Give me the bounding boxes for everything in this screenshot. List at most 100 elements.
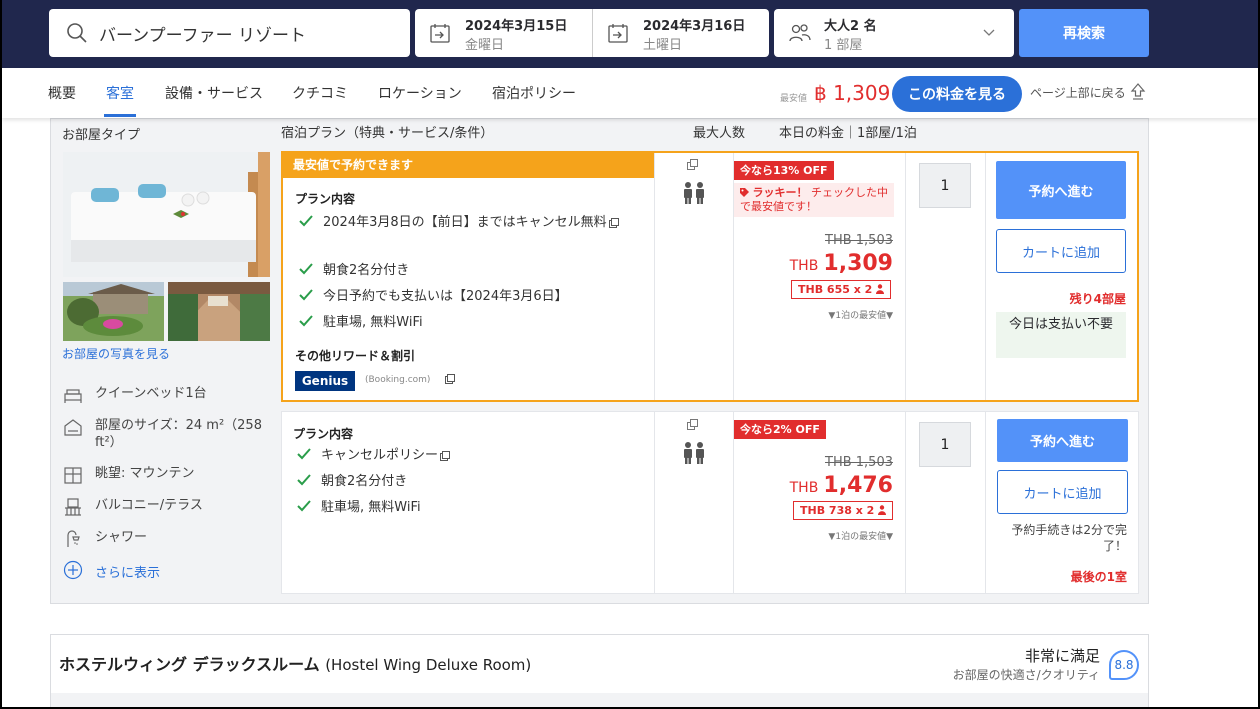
plan-item-label: 今日予約でも支払いは【2024年3月6日】 xyxy=(323,289,568,304)
tab-facilities[interactable]: 設備・サービス xyxy=(165,83,263,103)
shower-icon xyxy=(67,530,80,547)
active-tab-indicator xyxy=(104,114,136,117)
feature-label: 部屋のサイズ：24 m²（258 ft²） xyxy=(95,418,262,450)
price-currency: THB xyxy=(789,480,819,496)
room-title[interactable]: ホステルウィング デラックスルーム (Hostel Wing Deluxe Ro… xyxy=(59,651,531,675)
review-score-badge: 8.8 xyxy=(1109,650,1139,680)
lowest-price: ฿ 1,309 xyxy=(814,81,891,105)
feature-label: シャワー xyxy=(95,530,148,545)
price-amount: 1,476 xyxy=(823,473,893,498)
external-link-icon[interactable] xyxy=(687,419,698,430)
checkin-date: 2024年3月15日 xyxy=(465,19,568,34)
person-icon xyxy=(878,505,887,515)
divider xyxy=(985,412,986,593)
room-quantity-select[interactable]: 1 xyxy=(919,163,971,208)
checkout-day: 土曜日 xyxy=(643,38,683,53)
nightly-note: ▼1泊の最安値▼ xyxy=(828,311,893,321)
plan-item-label: 朝食2名分付き xyxy=(321,474,408,489)
guests-field[interactable]: 大人2 名 1 部屋 xyxy=(774,9,1014,57)
check-icon xyxy=(299,289,313,301)
plan-title: プラン内容 xyxy=(293,427,354,441)
room-title-ja: ホステルウィング デラックスルーム xyxy=(59,655,320,674)
search-bar: バーンプーファー リゾート 2024年3月15日 金曜日 2024年3月16日 … xyxy=(2,0,1258,68)
no-payment-today-badge: 今日は支払い不要 xyxy=(996,312,1126,358)
room-photo-terrace[interactable] xyxy=(168,282,270,341)
check-icon xyxy=(297,448,311,460)
room-title-en: (Hostel Wing Deluxe Room) xyxy=(325,656,532,674)
check-icon xyxy=(299,263,313,275)
divider xyxy=(905,412,906,593)
balcony-icon xyxy=(65,498,81,516)
last-room-notice: 最後の1室 xyxy=(1070,570,1127,584)
feature-label: バルコニー/テラス xyxy=(95,498,203,513)
plan-item-label: 朝食2名分付き xyxy=(323,263,410,278)
tab-location[interactable]: ロケーション xyxy=(378,83,462,103)
plan-item-label: 駐車場, 無料WiFi xyxy=(321,500,421,515)
tab-rooms[interactable]: 客室 xyxy=(106,83,134,103)
best-price-ribbon: 最安値で予約できます xyxy=(283,153,654,178)
room-type-title: お部屋タイプ xyxy=(62,128,141,143)
header-max-guests: 最大人数 xyxy=(693,126,746,141)
checkin-day: 金曜日 xyxy=(465,38,505,53)
section-nav: 概要 客室 設備・サービス クチコミ ロケーション 宿泊ポリシー 最安値 ฿ 1… xyxy=(2,68,1258,118)
see-rate-button[interactable]: この料金を見る xyxy=(892,76,1022,112)
external-link-icon[interactable] xyxy=(440,450,451,461)
book-button[interactable]: 予約へ進む xyxy=(997,419,1128,462)
room-photo-garden[interactable] xyxy=(63,282,164,341)
check-icon xyxy=(297,500,311,512)
two-guests-icon xyxy=(684,442,704,464)
feature-label: クイーンベッド1台 xyxy=(95,386,207,401)
next-room-card: ホステルウィング デラックスルーム (Hostel Wing Deluxe Ro… xyxy=(50,634,1149,707)
plan-item-label: 駐車場, 無料WiFi xyxy=(323,315,423,330)
per-person-label: THB 655 x 2 xyxy=(798,283,873,296)
plan-item-label: 2024年3月8日の【前日】まではキャンセル無料 xyxy=(323,215,607,230)
lucky-title: ラッキー！ xyxy=(752,186,808,199)
room-photos-link[interactable]: お部屋の写真を見る xyxy=(62,345,170,362)
rooms-count: 1 部屋 xyxy=(824,38,863,53)
per-person-price: THB 655 x 2 xyxy=(791,280,892,299)
external-link-icon[interactable] xyxy=(608,217,619,228)
plus-circle-icon xyxy=(63,560,83,580)
per-person-price: THB 738 x 2 xyxy=(793,501,894,520)
price-currency: THB xyxy=(789,258,819,274)
divider xyxy=(654,153,655,400)
room-info: お部屋タイプ お部屋の写真を見る クイーンベッド1台 部屋のサイズ：24 m²（… xyxy=(51,119,279,603)
checkout-field[interactable]: 2024年3月16日 土曜日 xyxy=(592,9,769,57)
guests-icon xyxy=(789,24,811,42)
room-quantity-select[interactable]: 1 xyxy=(919,422,971,467)
add-to-cart-button[interactable]: カートに追加 xyxy=(997,470,1128,514)
add-to-cart-button[interactable]: カートに追加 xyxy=(996,229,1126,273)
check-icon xyxy=(299,215,313,227)
two-guests-icon xyxy=(684,182,704,204)
tab-reviews[interactable]: クチコミ xyxy=(292,83,348,103)
external-link-icon[interactable] xyxy=(687,159,698,170)
book-button[interactable]: 予約へ進む xyxy=(996,161,1126,219)
checkin-field[interactable]: 2024年3月15日 金曜日 xyxy=(415,9,592,57)
divider xyxy=(985,153,986,400)
page: バーンプーファー リゾート 2024年3月15日 金曜日 2024年3月16日 … xyxy=(2,0,1258,707)
divider xyxy=(733,412,734,593)
room-photo-main[interactable] xyxy=(63,152,270,277)
current-price: THB 1,476 xyxy=(753,473,893,498)
tab-policies[interactable]: 宿泊ポリシー xyxy=(492,83,576,103)
discount-badge: 今なら2% OFF xyxy=(734,420,826,439)
nightly-note: ▼1泊の最安値▼ xyxy=(828,532,893,542)
check-icon xyxy=(297,474,311,486)
external-link-icon[interactable] xyxy=(445,374,455,384)
review-rating-word: 非常に満足 xyxy=(1024,647,1100,665)
checkout-date: 2024年3月16日 xyxy=(643,19,746,34)
search-button[interactable]: 再検索 xyxy=(1019,9,1149,57)
show-more-label: さらに表示 xyxy=(95,566,161,581)
chevron-down-icon xyxy=(983,29,995,36)
quick-booking-note: 予約手続きは2分で完了！ xyxy=(1011,523,1127,553)
date-picker[interactable]: 2024年3月15日 金曜日 2024年3月16日 土曜日 xyxy=(415,9,769,57)
destination-field[interactable]: バーンプーファー リゾート xyxy=(49,9,410,57)
bed-icon xyxy=(64,389,82,403)
terrace-photo xyxy=(168,282,270,341)
arrow-up-icon[interactable] xyxy=(1130,82,1146,100)
calendar-checkin-icon xyxy=(430,24,450,43)
tab-overview[interactable]: 概要 xyxy=(48,83,76,103)
back-to-top-link[interactable]: ページ上部に戻る xyxy=(1030,84,1126,101)
room-card: お部屋タイプ お部屋の写真を見る クイーンベッド1台 部屋のサイズ：24 m²（… xyxy=(50,118,1149,604)
garden-photo xyxy=(63,282,164,341)
